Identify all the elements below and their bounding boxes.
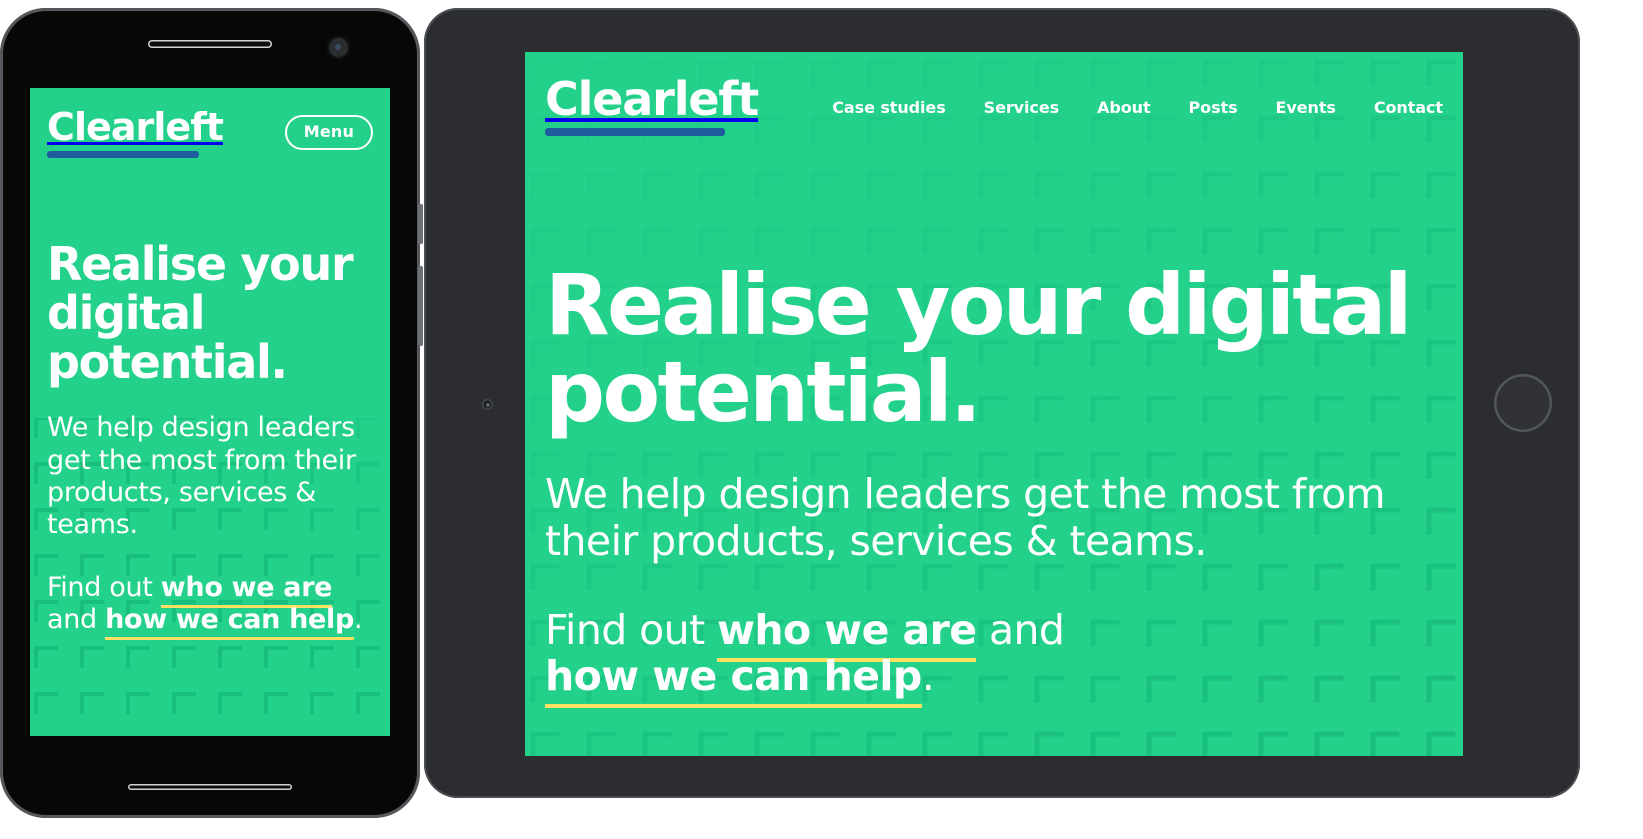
nav-item-services[interactable]: Services bbox=[984, 98, 1059, 117]
cta-prefix-text: Find out bbox=[545, 605, 718, 654]
hero-cta-paragraph: Find out who we are and how we can help. bbox=[545, 605, 1433, 709]
nav-item-posts[interactable]: Posts bbox=[1189, 98, 1238, 117]
cta-middle-text: and bbox=[47, 604, 106, 636]
tablet-header: Clearleft Case studies Services About Po… bbox=[545, 76, 1443, 136]
tablet-device-mockup: Clearleft Case studies Services About Po… bbox=[424, 8, 1580, 798]
hero-heading: Realise your digital potential. bbox=[47, 237, 354, 389]
phone-power-button[interactable] bbox=[418, 266, 423, 346]
tablet-home-button[interactable] bbox=[1494, 374, 1552, 432]
phone-device-mockup: Clearleft Menu Realise your digital pote… bbox=[0, 8, 423, 818]
tablet-screen: Clearleft Case studies Services About Po… bbox=[525, 52, 1463, 756]
nav-item-about[interactable]: About bbox=[1097, 98, 1151, 117]
clearleft-homepage-tablet: Clearleft Case studies Services About Po… bbox=[525, 52, 1463, 756]
phone-front-camera-icon bbox=[327, 36, 350, 59]
clearleft-homepage-mobile: Clearleft Menu Realise your digital pote… bbox=[30, 88, 390, 736]
phone-screen: Clearleft Menu Realise your digital pote… bbox=[30, 88, 390, 736]
cta-link-how-we-can-help[interactable]: how we can help bbox=[545, 652, 922, 709]
mobile-header: Clearleft Menu bbox=[47, 108, 373, 168]
tablet-hero-content: Realise your digital potential. We help … bbox=[545, 256, 1433, 709]
tablet-front-camera-icon bbox=[482, 399, 493, 410]
cta-link-who-we-are[interactable]: who we are bbox=[160, 571, 333, 608]
cta-link-how-we-can-help[interactable]: how we can help bbox=[105, 604, 354, 641]
hero-cta-paragraph: Find out who we are and how we can help. bbox=[47, 571, 376, 641]
logo-underline-stroke bbox=[545, 128, 725, 136]
cta-suffix-text: . bbox=[353, 604, 363, 636]
phone-earpiece-speaker bbox=[148, 40, 272, 48]
cta-middle-text: and bbox=[976, 605, 1065, 654]
nav-item-events[interactable]: Events bbox=[1276, 98, 1336, 117]
site-logo[interactable]: Clearleft bbox=[545, 72, 759, 136]
logo-wordmark: Clearleft bbox=[545, 72, 759, 126]
hero-lead-paragraph: We help design leaders get the most from… bbox=[545, 470, 1386, 565]
nav-item-case-studies[interactable]: Case studies bbox=[832, 98, 945, 117]
phone-volume-button[interactable] bbox=[418, 204, 423, 244]
menu-button[interactable]: Menu bbox=[284, 115, 373, 150]
primary-navigation: Case studies Services About Posts Events… bbox=[832, 98, 1443, 117]
phone-bottom-speaker bbox=[128, 784, 292, 790]
site-logo[interactable]: Clearleft bbox=[47, 105, 224, 158]
mobile-hero-content: Realise your digital potential. We help … bbox=[47, 237, 376, 641]
cta-prefix-text: Find out bbox=[47, 571, 161, 603]
nav-item-contact[interactable]: Contact bbox=[1374, 98, 1443, 117]
logo-underline-stroke bbox=[47, 151, 199, 158]
screenshot-stage: Clearleft Menu Realise your digital pote… bbox=[0, 0, 1643, 839]
hero-heading: Realise your digital potential. bbox=[545, 256, 1412, 441]
logo-wordmark: Clearleft bbox=[47, 105, 224, 149]
cta-suffix-text: . bbox=[921, 652, 935, 701]
hero-lead-paragraph: We help design leaders get the most from… bbox=[47, 412, 356, 541]
